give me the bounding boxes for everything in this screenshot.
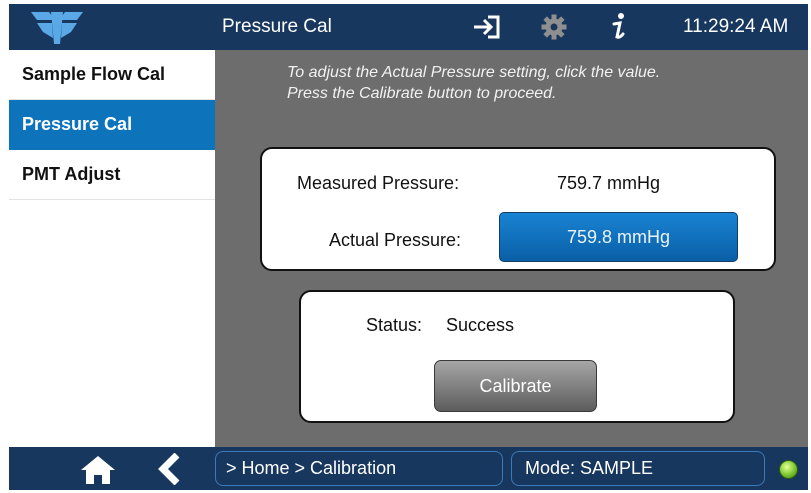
sidebar: Sample Flow Cal Pressure Cal PMT Adjust: [9, 50, 215, 447]
status-card: Status: Success Calibrate: [299, 290, 735, 423]
pressure-card: Measured Pressure: 759.7 mmHg Actual Pre…: [260, 147, 776, 271]
status-label: Status:: [366, 315, 423, 335]
teledyne-logo: [31, 12, 83, 44]
login-icon[interactable]: [469, 12, 503, 42]
back-icon[interactable]: [155, 453, 187, 485]
sidebar-item-label: PMT Adjust: [22, 164, 121, 184]
sidebar-item-label: Pressure Cal: [22, 114, 133, 134]
gear-icon[interactable]: [539, 12, 569, 42]
measured-pressure-label: Measured Pressure:: [297, 173, 460, 193]
footer-bar: > Home > Calibration Mode: SAMPLE: [9, 447, 808, 490]
actual-pressure-label: Actual Pressure:: [329, 230, 462, 250]
sidebar-item-label: Sample Flow Cal: [22, 64, 166, 84]
sidebar-item-pmt-adjust[interactable]: PMT Adjust: [9, 150, 215, 200]
breadcrumb[interactable]: > Home > Calibration: [215, 451, 503, 486]
page-title: Pressure Cal: [222, 16, 332, 37]
clock: 11:29:24 AM: [683, 16, 789, 37]
header-bar: Pressure Cal 11:29:24 AM: [9, 4, 808, 50]
status-value: Success: [446, 315, 515, 335]
mode-indicator: Mode: SAMPLE: [511, 451, 765, 486]
instructions: To adjust the Actual Pressure setting, c…: [287, 62, 797, 104]
instruction-line: To adjust the Actual Pressure setting, c…: [287, 64, 661, 81]
app-frame: Pressure Cal 11:29:24 AM Sample Flow Cal…: [9, 4, 808, 490]
info-icon[interactable]: [606, 12, 630, 42]
home-icon[interactable]: [79, 454, 117, 486]
calibrate-button[interactable]: Calibrate: [434, 360, 597, 412]
instruction-line: Press the Calibrate button to proceed.: [287, 85, 557, 102]
sidebar-item-pressure-cal[interactable]: Pressure Cal: [9, 100, 215, 150]
sidebar-item-sample-flow-cal[interactable]: Sample Flow Cal: [9, 50, 215, 100]
status-led: [779, 460, 798, 479]
actual-pressure-button[interactable]: 759.8 mmHg: [499, 212, 738, 262]
main-panel: To adjust the Actual Pressure setting, c…: [215, 50, 808, 447]
measured-pressure-value: 759.7 mmHg: [557, 173, 661, 193]
